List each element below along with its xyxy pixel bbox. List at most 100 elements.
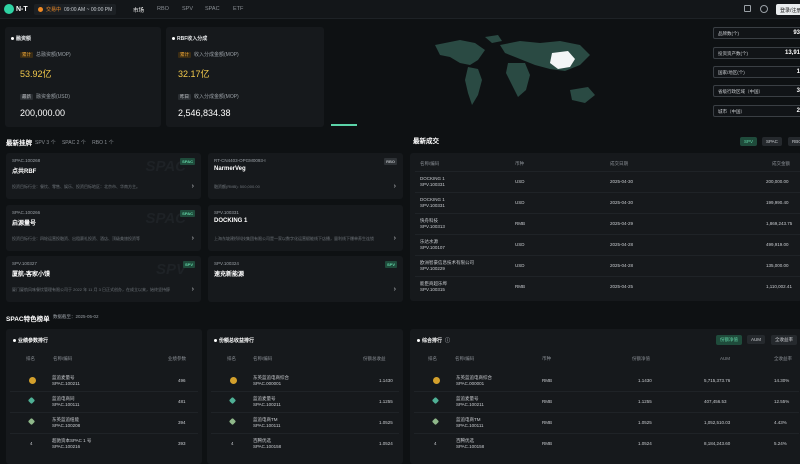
divider xyxy=(415,192,800,193)
chevron-right-icon[interactable]: › xyxy=(192,235,194,242)
financing-card: 融资额 累计 总融资额(MOP) 53.92亿 最新 融资金额(USD) 200,0… xyxy=(5,27,161,127)
rbf-new-value: 2,546,834.38 xyxy=(178,108,231,118)
deals-filter-spv[interactable]: SPV xyxy=(740,137,758,146)
deal-code: SPV.100313 xyxy=(420,224,445,229)
deal-code: SPV.100315 xyxy=(420,287,445,292)
nav-link-spv[interactable]: SPV xyxy=(182,6,193,12)
tab-spv[interactable]: SPV 3 个 xyxy=(35,140,56,146)
listing-card[interactable]: SPAC SPAC.100266 启源量号 投资目标行业：四轮运营投融资、出租赛… xyxy=(6,205,201,251)
board-item-value: 481 xyxy=(178,399,186,404)
listing-badge: SPV xyxy=(182,261,195,268)
board-item-value: 1.0525 xyxy=(379,420,393,425)
listing-card[interactable]: SPV.100324 速充新能源 SPV › xyxy=(208,256,403,302)
login-button[interactable]: 登录/注册 xyxy=(776,4,800,15)
th-return: 全收益率 xyxy=(774,356,792,361)
stat-label: 城市（中国） xyxy=(718,109,745,114)
board-item-code: SPAC.100211 xyxy=(456,402,484,407)
tab-rbo[interactable]: RBO 1 个 xyxy=(92,140,113,146)
board-return: 份额总收益排行 排名 名称/编码 份额总收益 xyxy=(207,329,403,464)
info-icon[interactable]: ⓘ xyxy=(445,338,450,344)
world-map[interactable] xyxy=(430,35,610,120)
map-australia xyxy=(570,87,595,103)
market-hours: 09:00 AM ~ 00:00 PM xyxy=(64,6,113,13)
board-item-code: SPAC.100158 xyxy=(456,444,485,449)
tablet-icon[interactable] xyxy=(744,5,751,12)
deal-name[interactable]: DOCKING 1 xyxy=(420,197,445,202)
chevron-right-icon[interactable]: › xyxy=(192,286,194,293)
board-title: 业绩参数排行 xyxy=(13,337,48,344)
nav-link-market[interactable]: 市场 xyxy=(133,6,144,14)
financing-cum-value: 53.92亿 xyxy=(20,69,52,79)
deal-amount: 499,919.00 xyxy=(766,242,789,247)
th-amount: 成交金额 xyxy=(772,161,790,166)
deal-currency: USD xyxy=(515,263,525,268)
board-item-code: SPAC.100216 xyxy=(52,444,81,449)
listing-card[interactable]: SPV.100331 DOCKING 1 上海东坡建桥科技集团有限公司是一家以数… xyxy=(208,205,403,251)
deals-title: 最新成交 xyxy=(413,138,439,145)
stat-provinces: 省级行政区域（中国） 3 xyxy=(713,85,800,97)
chevron-right-icon[interactable]: › xyxy=(394,286,396,293)
logo[interactable]: N-T xyxy=(4,4,28,14)
listing-code: RT-CN4403-OPGM0093-I xyxy=(214,158,266,163)
board-item-currency: RMB xyxy=(542,378,552,383)
nav-link-spac[interactable]: SPAC xyxy=(205,6,220,12)
deal-code: SPV.100229 xyxy=(420,266,445,271)
rank-number: 4 xyxy=(434,441,437,446)
stat-value: 2 xyxy=(796,108,800,114)
stat-regions: 国家/地区(个) 1 xyxy=(713,66,800,78)
board-item-return: 12.55% xyxy=(774,399,790,404)
globe-icon[interactable] xyxy=(760,5,768,13)
divider xyxy=(10,391,198,392)
board-title: 份额总收益排行 xyxy=(214,337,254,344)
map-greenland xyxy=(485,35,502,43)
nav-link-rbo[interactable]: RBO xyxy=(157,6,169,12)
watermark: SPV xyxy=(155,261,186,278)
rbf-cum-label-row: 累计 收入分成金额(MOP) xyxy=(178,51,239,58)
sort-aum-button[interactable]: AUM xyxy=(747,335,765,344)
deal-name[interactable]: DOCKING 1 xyxy=(420,176,445,181)
nav-link-etf[interactable]: ETF xyxy=(233,6,243,12)
rbf-title: RBF收入分成 xyxy=(172,35,207,42)
board-item-nav: 1.0525 xyxy=(638,420,652,425)
deal-date: 2025-04-30 xyxy=(610,200,634,205)
listing-badge: RBO xyxy=(384,158,397,165)
map-north-america xyxy=(435,40,485,65)
yesterday-tag: 昨日 xyxy=(178,94,191,100)
chevron-right-icon[interactable]: › xyxy=(394,235,396,242)
listing-code: SPV.100331 xyxy=(214,210,239,215)
deal-currency: USD xyxy=(515,179,525,184)
tab-spac[interactable]: SPAC 2 个 xyxy=(62,140,86,146)
listing-card[interactable]: RT-CN4403-OPGM0093-I NarmerVeg 融资额(RMB):… xyxy=(208,153,403,199)
th-name: 名称/编码 xyxy=(53,356,73,361)
th-currency: 币种 xyxy=(515,161,524,166)
cum-tag: 累计 xyxy=(178,52,191,58)
th-rank: 排名 xyxy=(227,356,236,361)
financing-title: 融资额 xyxy=(11,35,31,42)
listing-card[interactable]: SPAC SPAC.100268 点共RBF 投资目标行业：餐饮、零售、娱乐、投… xyxy=(6,153,201,199)
listings-tabs: SPV 3 个 SPAC 2 个 RBO 1 个 xyxy=(35,139,114,146)
deals-filter-spac[interactable]: SPAC xyxy=(762,137,782,146)
stat-value: 3 xyxy=(796,88,800,94)
deals-filter-rbo[interactable]: RBO xyxy=(788,137,800,146)
deal-date: 2025-04-25 xyxy=(610,284,634,289)
sort-return-button[interactable]: 全收益率 xyxy=(771,335,797,345)
deal-code: SPV.100331 xyxy=(420,182,445,187)
stat-cities: 城市（中国） 2 xyxy=(713,105,800,117)
listing-card[interactable]: SPV SPV.100327 厦航-客家小馍 厦门厦航风味餐饮管理有限公司于 2… xyxy=(6,256,201,302)
chevron-right-icon[interactable]: › xyxy=(192,183,194,190)
stat-label: 国家/地区(个) xyxy=(718,70,745,75)
bullet-icon xyxy=(11,37,14,40)
deal-amount: 1,869,243.75 xyxy=(766,221,793,226)
th-rank: 排名 xyxy=(428,356,437,361)
map-scroll-indicator xyxy=(331,124,357,126)
deal-currency: USD xyxy=(515,200,525,205)
th-name: 名称/编码 xyxy=(455,356,475,361)
listing-name: NarmerVeg xyxy=(214,166,246,172)
listing-code: SPAC.100266 xyxy=(12,210,41,215)
divider xyxy=(10,433,198,434)
deal-code: SPV.100107 xyxy=(420,245,445,250)
sort-nav-button[interactable]: 份额净值 xyxy=(716,335,742,345)
financing-cum-label: 总融资额(MOP) xyxy=(36,52,71,58)
chevron-right-icon[interactable]: › xyxy=(394,183,396,190)
listing-desc: 投资目标行业：四轮运营投融资、出租赛礼投资、酒店、顶级美旅投资等 xyxy=(12,236,140,241)
